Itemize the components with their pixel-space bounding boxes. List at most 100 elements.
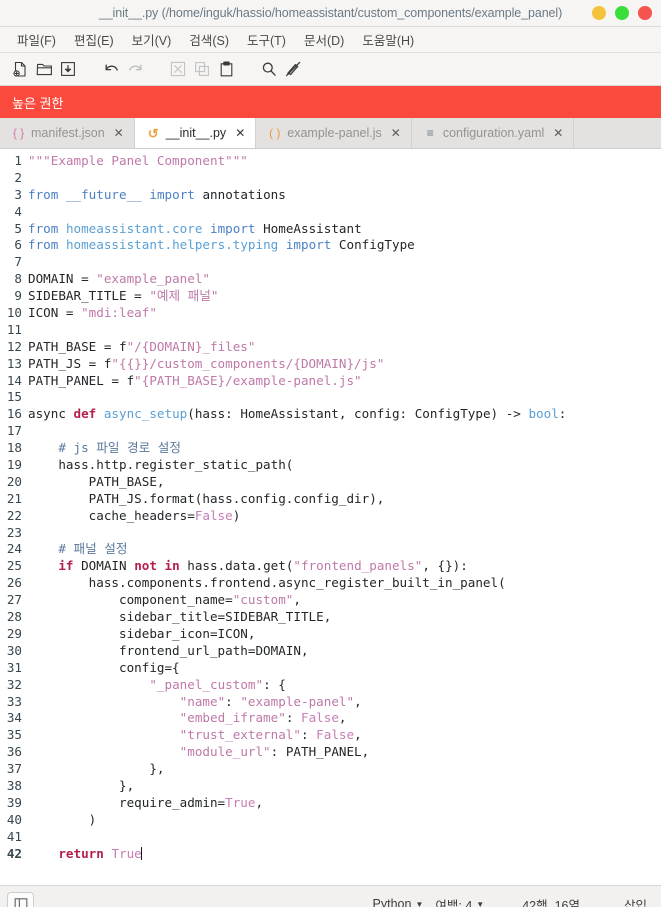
code-line[interactable]: 38 }, — [0, 778, 661, 795]
code-line[interactable]: 4 — [0, 204, 661, 221]
code-line[interactable]: 6 from homeassistant.helpers.typing impor… — [0, 237, 661, 254]
code-line[interactable]: 26 hass.components.frontend.async_regist… — [0, 575, 661, 592]
line-number: 38 — [6, 777, 22, 793]
title-bar: __init__.py (/home/inguk/hassio/homeassi… — [0, 0, 661, 27]
search-icon[interactable] — [257, 57, 281, 81]
code-line[interactable]: 2 — [0, 170, 661, 187]
code-line[interactable]: 8 DOMAIN = "example_panel" — [0, 271, 661, 288]
code-line[interactable]: 32 "_panel_custom": { — [0, 677, 661, 694]
menu-search[interactable]: 검색(S) — [180, 28, 238, 51]
code-line[interactable]: 29 sidebar_icon=ICON, — [0, 626, 661, 643]
code-line[interactable]: 17 — [0, 423, 661, 440]
menu-view[interactable]: 보기(V) — [123, 28, 181, 51]
code-line[interactable]: 39 require_admin=True, — [0, 795, 661, 812]
line-number: 17 — [6, 423, 22, 439]
tab-init-py[interactable]: ↺ __init__.py ✕ — [134, 118, 257, 148]
code-line[interactable]: 40 ) — [0, 812, 661, 829]
sidebar-toggle-icon[interactable] — [7, 891, 34, 907]
save-icon[interactable] — [56, 57, 80, 81]
code-line[interactable]: 18 # js 파일 경로 설정 — [0, 440, 661, 457]
code-line[interactable]: 35 "trust_external": False, — [0, 727, 661, 744]
menu-documents[interactable]: 문서(D) — [295, 28, 353, 51]
code-line[interactable]: 5 from homeassistant.core import HomeAssi… — [0, 221, 661, 238]
code-line[interactable]: 24 # 패널 설정 — [0, 541, 661, 558]
line-number: 2 — [14, 169, 22, 185]
code-line[interactable]: 7 — [0, 254, 661, 271]
indent-selector[interactable]: 여백: 4 ▼ — [435, 895, 484, 907]
code-line[interactable]: 21 PATH_JS.format(hass.config.config_dir… — [0, 491, 661, 508]
line-number: 34 — [6, 710, 22, 726]
minimize-button[interactable] — [592, 6, 606, 20]
language-selector[interactable]: Python ▼ — [373, 897, 424, 907]
line-number: 37 — [6, 761, 22, 777]
text-caret — [140, 846, 142, 860]
copy-icon — [190, 57, 214, 81]
menu-file[interactable]: 파일(F) — [8, 28, 65, 51]
code-line[interactable]: 20 PATH_BASE, — [0, 474, 661, 491]
elevated-privileges-banner: 높은 권한 — [0, 86, 661, 118]
code-line[interactable]: 12 PATH_BASE = f"/{DOMAIN}_files" — [0, 339, 661, 356]
code-line[interactable]: 25 if DOMAIN not in hass.data.get("front… — [0, 558, 661, 575]
open-folder-icon[interactable] — [32, 57, 56, 81]
code-line[interactable]: 31 config={ — [0, 660, 661, 677]
code-line[interactable]: 1 """Example Panel Component""" — [0, 153, 661, 170]
new-file-icon[interactable] — [8, 57, 32, 81]
code-line[interactable]: 22 cache_headers=False) — [0, 508, 661, 525]
code-line[interactable]: 41 — [0, 829, 661, 846]
code-line[interactable]: 15 — [0, 389, 661, 406]
paste-icon[interactable] — [214, 57, 238, 81]
code-line[interactable]: 14 PATH_PANEL = f"{PATH_BASE}/example-pan… — [0, 373, 661, 390]
tab-configuration-yaml[interactable]: ≡ configuration.yaml ✕ — [411, 118, 575, 148]
replace-icon[interactable] — [281, 57, 305, 81]
code-line[interactable]: 11 — [0, 322, 661, 339]
line-number: 27 — [6, 592, 22, 608]
line-number: 9 — [14, 288, 22, 304]
code-line[interactable]: 27 component_name="custom", — [0, 592, 661, 609]
code-text: from homeassistant.core import HomeAssis… — [28, 220, 362, 236]
line-number: 5 — [14, 220, 22, 236]
tab-label: manifest.json — [31, 126, 105, 140]
menu-edit[interactable]: 편집(E) — [65, 28, 123, 51]
maximize-button[interactable] — [615, 6, 629, 20]
code-line[interactable]: 28 sidebar_title=SIDEBAR_TITLE, — [0, 609, 661, 626]
code-line[interactable]: 34 "embed_iframe": False, — [0, 710, 661, 727]
code-text: "name": "example-panel", — [179, 693, 362, 709]
undo-icon[interactable] — [99, 57, 123, 81]
line-number: 18 — [6, 440, 22, 456]
code-line[interactable]: 33 "name": "example-panel", — [0, 694, 661, 711]
code-line[interactable]: 19 hass.http.register_static_path( — [0, 457, 661, 474]
code-text: component_name="custom", — [28, 592, 301, 608]
line-number: 15 — [6, 389, 22, 405]
code-line[interactable]: 30 frontend_url_path=DOMAIN, — [0, 643, 661, 660]
tab-manifest-json[interactable]: { } manifest.json ✕ — [0, 118, 135, 148]
line-number: 40 — [6, 811, 22, 827]
line-number: 24 — [6, 541, 22, 557]
line-number: 16 — [6, 406, 22, 422]
code-text: DOMAIN = "example_panel" — [28, 271, 210, 287]
line-number: 11 — [6, 321, 22, 337]
tab-close-icon[interactable]: ✕ — [235, 127, 245, 139]
tab-close-icon[interactable]: ✕ — [391, 127, 401, 139]
code-line[interactable]: 10 ICON = "mdi:leaf" — [0, 305, 661, 322]
code-line[interactable]: 36 "module_url": PATH_PANEL, — [0, 744, 661, 761]
menu-help[interactable]: 도움말(H) — [353, 28, 423, 51]
code-line[interactable]: 23 — [0, 525, 661, 542]
tab-close-icon[interactable]: ✕ — [553, 127, 563, 139]
code-text: if DOMAIN not in hass.data.get("frontend… — [58, 558, 468, 574]
tab-example-panel-js[interactable]: ( ) example-panel.js ✕ — [256, 118, 412, 148]
code-line[interactable]: 9 SIDEBAR_TITLE = "예제 패널" — [0, 288, 661, 305]
line-number: 14 — [6, 372, 22, 388]
json-braces-icon: { } — [12, 126, 25, 140]
code-editor[interactable]: 1 """Example Panel Component""" 2 3 from __f… — [0, 149, 661, 885]
code-line[interactable]: 37 }, — [0, 761, 661, 778]
code-line[interactable]: 13 PATH_JS = f"{{}}/custom_components/{DO… — [0, 356, 661, 373]
code-line[interactable]: 42 return True — [0, 846, 661, 863]
line-number: 30 — [6, 642, 22, 658]
insert-mode[interactable]: 삽입 — [624, 895, 647, 907]
close-button[interactable] — [638, 6, 652, 20]
code-text: PATH_JS.format(hass.config.config_dir), — [28, 490, 385, 506]
code-line[interactable]: 16 async def async_setup(hass: HomeAssist… — [0, 406, 661, 423]
tab-close-icon[interactable]: ✕ — [114, 127, 124, 139]
code-line[interactable]: 3 from __future__ import annotations — [0, 187, 661, 204]
menu-tools[interactable]: 도구(T) — [238, 28, 295, 51]
